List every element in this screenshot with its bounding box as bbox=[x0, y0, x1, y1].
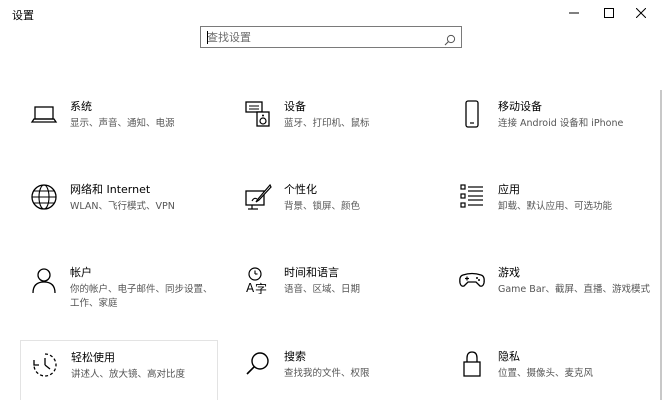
tile-devices[interactable]: 设备 蓝牙、打印机、鼠标 bbox=[234, 100, 430, 170]
tile-gaming-name: 游戏 bbox=[498, 266, 520, 279]
time-language-icon: A 字 bbox=[246, 267, 267, 294]
minimize-icon bbox=[569, 12, 579, 14]
search-icon[interactable] bbox=[444, 31, 456, 50]
paint-icon bbox=[245, 183, 272, 210]
phone-icon bbox=[465, 100, 479, 128]
gamepad-icon bbox=[459, 272, 485, 287]
ease-of-access-icon bbox=[33, 353, 57, 377]
tile-privacy-name: 隐私 bbox=[498, 350, 520, 363]
tile-time-language[interactable]: A 字 时间和语言 语音、区域、日期 bbox=[234, 266, 430, 336]
tile-search[interactable]: 搜索 查找我的文件、权限 bbox=[234, 350, 430, 400]
window-title: 设置 bbox=[12, 9, 34, 22]
tile-apps-name: 应用 bbox=[498, 183, 520, 196]
tile-personalization-desc: 背景、锁屏、颜色 bbox=[284, 201, 361, 212]
tile-ease-of-access-name: 轻松使用 bbox=[71, 351, 115, 364]
close-button[interactable] bbox=[618, 0, 664, 28]
tile-privacy-desc: 位置、摄像头、麦克风 bbox=[498, 368, 594, 379]
tile-accounts[interactable]: 帐户 你的帐户、电子邮件、同步设置、 工作、家庭 bbox=[20, 266, 216, 336]
text-cursor bbox=[207, 31, 208, 44]
tile-accounts-desc-line2: 工作、家庭 bbox=[70, 298, 118, 309]
globe-icon bbox=[31, 184, 57, 210]
maximize-icon bbox=[604, 8, 614, 18]
tile-search-name: 搜索 bbox=[284, 350, 306, 363]
tile-phone-name: 移动设备 bbox=[498, 100, 542, 113]
laptop-icon bbox=[30, 106, 58, 123]
svg-text:字: 字 bbox=[255, 281, 267, 294]
tile-phone-desc: 连接 Android 设备和 iPhone bbox=[498, 118, 624, 129]
keyboard-speaker-icon bbox=[245, 101, 270, 127]
tile-gaming-desc: Game Bar、截屏、直播、游戏模式 bbox=[498, 284, 651, 295]
tile-system-name: 系统 bbox=[70, 100, 92, 113]
tile-devices-desc: 蓝牙、打印机、鼠标 bbox=[284, 118, 370, 129]
tile-system-desc: 显示、声音、通知、电源 bbox=[70, 118, 175, 129]
search-input[interactable] bbox=[207, 29, 437, 45]
tile-privacy[interactable]: 隐私 位置、摄像头、麦克风 bbox=[448, 350, 644, 400]
tile-system[interactable]: 系统 显示、声音、通知、电源 bbox=[20, 100, 216, 170]
search-box[interactable] bbox=[200, 26, 462, 48]
search-icon bbox=[246, 352, 269, 375]
tile-network-name: 网络和 Internet bbox=[70, 183, 151, 196]
settings-window: 设置 查找设置 系统 显示、声音、通知、电源 设备 蓝牙、打印机、鼠标 移动设备… bbox=[0, 0, 664, 400]
svg-text:A: A bbox=[246, 281, 255, 294]
tile-accounts-name: 帐户 bbox=[70, 266, 92, 279]
tile-accounts-desc-line1: 你的帐户、电子邮件、同步设置、 bbox=[70, 284, 213, 295]
tile-devices-name: 设备 bbox=[284, 100, 306, 113]
tile-apps-desc: 卸载、默认应用、可选功能 bbox=[498, 201, 613, 212]
tile-apps[interactable]: 应用 卸载、默认应用、可选功能 bbox=[448, 183, 644, 253]
tile-personalization[interactable]: 个性化 背景、锁屏、颜色 bbox=[234, 183, 430, 253]
close-icon bbox=[636, 8, 646, 18]
tile-personalization-name: 个性化 bbox=[284, 183, 317, 196]
tile-search-desc: 查找我的文件、权限 bbox=[284, 368, 370, 379]
person-icon bbox=[32, 268, 56, 294]
tile-time-language-name: 时间和语言 bbox=[284, 266, 339, 279]
tile-ease-of-access[interactable]: 轻松使用 讲述人、放大镜、高对比度 bbox=[20, 340, 218, 400]
lock-icon bbox=[463, 351, 481, 377]
title-bar: 设置 bbox=[0, 0, 664, 28]
tile-network-desc: WLAN、飞行模式、VPN bbox=[70, 201, 175, 212]
tile-ease-of-access-desc: 讲述人、放大镜、高对比度 bbox=[71, 369, 186, 380]
scrollbar[interactable] bbox=[660, 90, 662, 400]
tile-phone[interactable]: 移动设备 连接 Android 设备和 iPhone bbox=[448, 100, 644, 170]
tile-time-language-desc: 语音、区域、日期 bbox=[284, 284, 361, 295]
tile-network[interactable]: 网络和 Internet WLAN、飞行模式、VPN bbox=[20, 183, 216, 253]
tile-gaming[interactable]: 游戏 Game Bar、截屏、直播、游戏模式 bbox=[448, 266, 650, 336]
apps-list-icon bbox=[460, 184, 483, 208]
